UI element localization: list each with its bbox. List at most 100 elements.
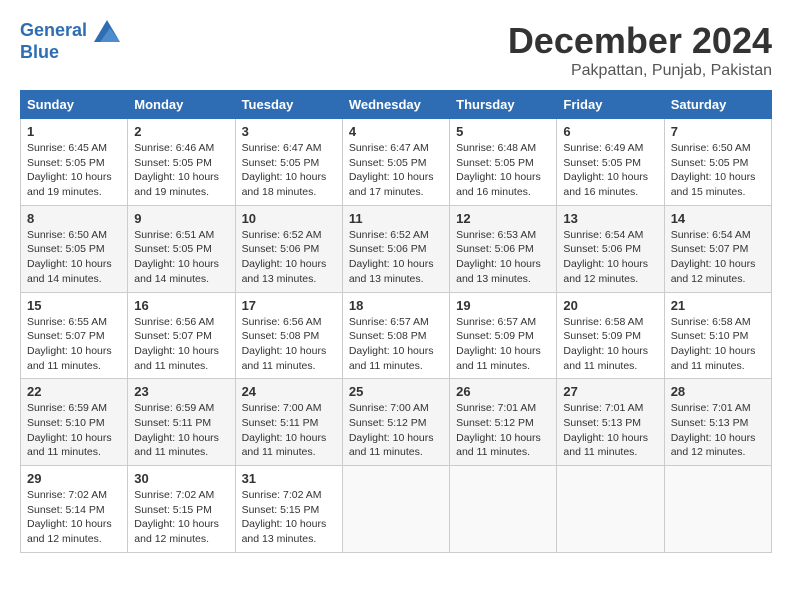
day-detail: Sunrise: 6:50 AMSunset: 5:05 PMDaylight:… xyxy=(27,228,121,287)
day-detail: Sunrise: 6:59 AMSunset: 5:11 PMDaylight:… xyxy=(134,401,228,460)
day-number: 12 xyxy=(456,211,550,226)
day-cell: 26Sunrise: 7:01 AMSunset: 5:12 PMDayligh… xyxy=(450,379,557,466)
day-number: 20 xyxy=(563,298,657,313)
day-detail: Sunrise: 7:02 AMSunset: 5:15 PMDaylight:… xyxy=(242,488,336,547)
day-cell: 14 Sunrise: 6:54 AMSunset: 5:07 PMDayligh… xyxy=(664,205,771,292)
day-detail: Sunrise: 6:59 AMSunset: 5:10 PMDaylight:… xyxy=(27,401,121,460)
day-detail: Sunrise: 7:01 AMSunset: 5:13 PMDaylight:… xyxy=(563,401,657,460)
day-number: 14 xyxy=(671,211,765,226)
day-number: 9 xyxy=(134,211,228,226)
day-cell: 24Sunrise: 7:00 AMSunset: 5:11 PMDayligh… xyxy=(235,379,342,466)
day-detail: Sunrise: 7:02 AMSunset: 5:15 PMDaylight:… xyxy=(134,488,228,547)
day-cell xyxy=(450,466,557,553)
location: Pakpattan, Punjab, Pakistan xyxy=(508,62,772,80)
day-cell: 25 Sunrise: 7:00 AMSunset: 5:12 PMDayligh… xyxy=(342,379,449,466)
day-detail: Sunrise: 6:58 AMSunset: 5:09 PMDaylight:… xyxy=(563,315,657,374)
day-cell: 1 Sunrise: 6:45 AMSunset: 5:05 PMDaylight… xyxy=(21,119,128,206)
logo-text: General xyxy=(20,20,120,42)
day-number: 4 xyxy=(349,124,443,139)
day-cell: 11 Sunrise: 6:52 AMSunset: 5:06 PMDayligh… xyxy=(342,205,449,292)
day-number: 31 xyxy=(242,471,336,486)
day-detail: Sunrise: 7:01 AMSunset: 5:12 PMDaylight:… xyxy=(456,401,550,460)
day-detail: Sunrise: 7:00 AMSunset: 5:12 PMDaylight:… xyxy=(349,401,443,460)
day-number: 27 xyxy=(563,384,657,399)
day-detail: Sunrise: 6:56 AMSunset: 5:08 PMDaylight:… xyxy=(242,315,336,374)
day-cell: 18 Sunrise: 6:57 AMSunset: 5:08 PMDayligh… xyxy=(342,292,449,379)
day-detail: Sunrise: 6:52 AMSunset: 5:06 PMDaylight:… xyxy=(242,228,336,287)
day-cell: 12Sunrise: 6:53 AMSunset: 5:06 PMDayligh… xyxy=(450,205,557,292)
day-number: 17 xyxy=(242,298,336,313)
week-row-5: 29 Sunrise: 7:02 AMSunset: 5:14 PMDayligh… xyxy=(21,466,772,553)
day-detail: Sunrise: 6:49 AMSunset: 5:05 PMDaylight:… xyxy=(563,141,657,200)
day-number: 11 xyxy=(349,211,443,226)
day-cell: 10 Sunrise: 6:52 AMSunset: 5:06 PMDayligh… xyxy=(235,205,342,292)
day-number: 15 xyxy=(27,298,121,313)
week-row-1: 1 Sunrise: 6:45 AMSunset: 5:05 PMDaylight… xyxy=(21,119,772,206)
day-number: 2 xyxy=(134,124,228,139)
title-section: December 2024 Pakpattan, Punjab, Pakista… xyxy=(508,20,772,80)
logo: General Blue xyxy=(20,20,120,63)
day-detail: Sunrise: 6:47 AMSunset: 5:05 PMDaylight:… xyxy=(242,141,336,200)
day-detail: Sunrise: 6:48 AMSunset: 5:05 PMDaylight:… xyxy=(456,141,550,200)
day-number: 10 xyxy=(242,211,336,226)
logo-icon xyxy=(94,20,120,42)
day-detail: Sunrise: 6:56 AMSunset: 5:07 PMDaylight:… xyxy=(134,315,228,374)
day-detail: Sunrise: 6:45 AMSunset: 5:05 PMDaylight:… xyxy=(27,141,121,200)
day-cell: 4 Sunrise: 6:47 AMSunset: 5:05 PMDaylight… xyxy=(342,119,449,206)
day-cell: 16 Sunrise: 6:56 AMSunset: 5:07 PMDayligh… xyxy=(128,292,235,379)
day-number: 6 xyxy=(563,124,657,139)
week-row-3: 15 Sunrise: 6:55 AMSunset: 5:07 PMDayligh… xyxy=(21,292,772,379)
day-detail: Sunrise: 6:57 AMSunset: 5:08 PMDaylight:… xyxy=(349,315,443,374)
week-row-2: 8 Sunrise: 6:50 AMSunset: 5:05 PMDaylight… xyxy=(21,205,772,292)
day-cell xyxy=(342,466,449,553)
day-number: 5 xyxy=(456,124,550,139)
day-cell: 13Sunrise: 6:54 AMSunset: 5:06 PMDayligh… xyxy=(557,205,664,292)
header: General Blue December 2024 Pakpattan, Pu… xyxy=(20,20,772,80)
day-number: 25 xyxy=(349,384,443,399)
day-number: 3 xyxy=(242,124,336,139)
day-detail: Sunrise: 6:54 AMSunset: 5:07 PMDaylight:… xyxy=(671,228,765,287)
day-number: 23 xyxy=(134,384,228,399)
day-detail: Sunrise: 6:51 AMSunset: 5:05 PMDaylight:… xyxy=(134,228,228,287)
day-detail: Sunrise: 6:54 AMSunset: 5:06 PMDaylight:… xyxy=(563,228,657,287)
day-header-monday: Monday xyxy=(128,91,235,119)
day-cell: 28Sunrise: 7:01 AMSunset: 5:13 PMDayligh… xyxy=(664,379,771,466)
day-number: 16 xyxy=(134,298,228,313)
day-header-saturday: Saturday xyxy=(664,91,771,119)
day-cell: 19Sunrise: 6:57 AMSunset: 5:09 PMDayligh… xyxy=(450,292,557,379)
day-detail: Sunrise: 6:50 AMSunset: 5:05 PMDaylight:… xyxy=(671,141,765,200)
day-cell: 20 Sunrise: 6:58 AMSunset: 5:09 PMDayligh… xyxy=(557,292,664,379)
day-cell: 3 Sunrise: 6:47 AMSunset: 5:05 PMDaylight… xyxy=(235,119,342,206)
day-cell: 5 Sunrise: 6:48 AMSunset: 5:05 PMDaylight… xyxy=(450,119,557,206)
day-number: 29 xyxy=(27,471,121,486)
day-detail: Sunrise: 6:47 AMSunset: 5:05 PMDaylight:… xyxy=(349,141,443,200)
day-detail: Sunrise: 7:01 AMSunset: 5:13 PMDaylight:… xyxy=(671,401,765,460)
day-cell: 8 Sunrise: 6:50 AMSunset: 5:05 PMDaylight… xyxy=(21,205,128,292)
day-detail: Sunrise: 6:52 AMSunset: 5:06 PMDaylight:… xyxy=(349,228,443,287)
day-cell: 17 Sunrise: 6:56 AMSunset: 5:08 PMDayligh… xyxy=(235,292,342,379)
day-cell: 23 Sunrise: 6:59 AMSunset: 5:11 PMDayligh… xyxy=(128,379,235,466)
day-header-sunday: Sunday xyxy=(21,91,128,119)
day-cell: 21 Sunrise: 6:58 AMSunset: 5:10 PMDayligh… xyxy=(664,292,771,379)
day-cell: 9 Sunrise: 6:51 AMSunset: 5:05 PMDaylight… xyxy=(128,205,235,292)
day-cell: 31 Sunrise: 7:02 AMSunset: 5:15 PMDayligh… xyxy=(235,466,342,553)
day-cell xyxy=(557,466,664,553)
day-number: 19 xyxy=(456,298,550,313)
day-number: 7 xyxy=(671,124,765,139)
day-cell: 22Sunrise: 6:59 AMSunset: 5:10 PMDayligh… xyxy=(21,379,128,466)
day-header-thursday: Thursday xyxy=(450,91,557,119)
day-number: 18 xyxy=(349,298,443,313)
week-row-4: 22Sunrise: 6:59 AMSunset: 5:10 PMDayligh… xyxy=(21,379,772,466)
month-title: December 2024 xyxy=(508,20,772,62)
day-cell: 6 Sunrise: 6:49 AMSunset: 5:05 PMDaylight… xyxy=(557,119,664,206)
day-number: 8 xyxy=(27,211,121,226)
day-detail: Sunrise: 6:55 AMSunset: 5:07 PMDaylight:… xyxy=(27,315,121,374)
day-header-tuesday: Tuesday xyxy=(235,91,342,119)
day-detail: Sunrise: 7:02 AMSunset: 5:14 PMDaylight:… xyxy=(27,488,121,547)
day-detail: Sunrise: 6:58 AMSunset: 5:10 PMDaylight:… xyxy=(671,315,765,374)
day-cell: 15 Sunrise: 6:55 AMSunset: 5:07 PMDayligh… xyxy=(21,292,128,379)
day-cell: 2Sunrise: 6:46 AMSunset: 5:05 PMDaylight… xyxy=(128,119,235,206)
days-header-row: SundayMondayTuesdayWednesdayThursdayFrid… xyxy=(21,91,772,119)
day-number: 21 xyxy=(671,298,765,313)
day-number: 1 xyxy=(27,124,121,139)
